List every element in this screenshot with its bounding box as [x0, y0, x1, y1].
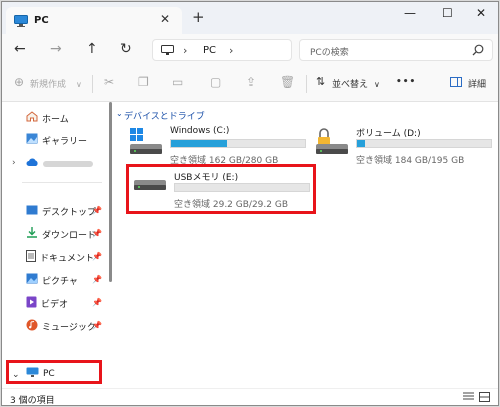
breadcrumb-separator[interactable]: › [183, 44, 187, 57]
usage-bar [170, 139, 306, 148]
address-bar[interactable]: › PC › [152, 39, 292, 61]
main-content: ⌄ デバイスとドライブ Windows (C:) 空き領域 162 GB/280… [116, 102, 498, 388]
document-icon [26, 249, 36, 265]
sidebar-item-label: ピクチャ [42, 276, 78, 287]
status-bar: 3 個の項目 [2, 388, 498, 406]
free-space-label: 空き領域 184 GB/195 GB [356, 156, 465, 166]
tab-pc[interactable]: PC ✕ [6, 7, 182, 34]
drive-name: ボリューム (D:) [356, 129, 421, 139]
new-button[interactable]: 新規作成 [30, 77, 66, 90]
tab-title: PC [34, 15, 49, 26]
sidebar-item-label: デスクトップ [42, 207, 97, 218]
sidebar-item-label: ダウンロード [42, 230, 97, 241]
sidebar-item-documents[interactable]: ドキュメント [26, 249, 94, 265]
locked-drive-icon [314, 128, 350, 165]
sort-button[interactable]: 並べ替え [332, 77, 368, 90]
divider [22, 182, 102, 183]
section-collapse-icon[interactable]: ⌄ [116, 109, 123, 118]
navigation-pane: ホーム ギャラリー › デスクトップ 📌 ダウンロード 📌 ドキュメント 📌 ピ… [2, 102, 116, 388]
sidebar-item-label: ギャラリー [42, 136, 88, 147]
copy-icon[interactable]: ❐ [138, 76, 149, 88]
navigation-bar: ← → ↑ ↻ › PC › PCの検索 [2, 34, 498, 66]
breadcrumb-separator-2[interactable]: › [229, 44, 233, 57]
delete-icon[interactable]: 🗑 [280, 76, 295, 88]
command-bar: ⊕ 新規作成 ∨ ✂ ❐ ▭ ▢ ⇪ 🗑 ⇅ 並べ替え ∨ ••• 詳細 [2, 66, 498, 102]
search-input[interactable]: PCの検索 [299, 39, 493, 61]
windows-drive-icon [128, 128, 164, 165]
cloud-icon [26, 158, 39, 170]
pin-icon[interactable]: 📌 [92, 275, 102, 284]
expand-chevron-icon[interactable]: › [12, 158, 16, 168]
sort-icon: ⇅ [316, 75, 326, 88]
divider [92, 75, 93, 93]
pin-icon[interactable]: 📌 [92, 252, 102, 261]
sidebar-item-pictures[interactable]: ピクチャ [26, 272, 78, 288]
chevron-down-icon: ∨ [374, 80, 380, 89]
pin-icon[interactable]: 📌 [92, 206, 102, 215]
forward-button[interactable]: → [50, 42, 62, 56]
chevron-down-icon: ∨ [76, 80, 82, 89]
video-icon [26, 296, 37, 311]
maximize-button[interactable]: ☐ [442, 6, 453, 20]
pin-icon[interactable]: 📌 [92, 229, 102, 238]
search-placeholder: PCの検索 [310, 48, 349, 58]
details-view-icon[interactable] [463, 392, 474, 405]
section-title: デバイスとドライブ [124, 112, 205, 122]
sidebar-scrollbar[interactable] [109, 102, 112, 282]
item-count: 3 個の項目 [10, 396, 55, 406]
highlight-pc [6, 360, 102, 384]
download-icon [26, 227, 38, 241]
share-icon[interactable]: ⇪ [246, 76, 256, 88]
drive-name: Windows (C:) [170, 126, 230, 136]
up-button[interactable]: ↑ [86, 42, 98, 56]
minimize-button[interactable]: — [404, 6, 416, 20]
sidebar-item-cloud[interactable] [26, 156, 93, 172]
breadcrumb-pc[interactable]: PC [203, 45, 216, 56]
new-plus-icon: ⊕ [14, 75, 25, 89]
monitor-icon [161, 45, 174, 59]
usage-fill [357, 140, 366, 147]
file-explorer-window: PC ✕ + — ☐ ✕ ← → ↑ ↻ › PC › PCの検索 ⊕ 新規作成… [1, 1, 499, 406]
divider [306, 75, 307, 93]
tab-strip: PC ✕ + — ☐ ✕ [2, 2, 498, 34]
close-window-button[interactable]: ✕ [476, 6, 486, 20]
rename-icon[interactable]: ▢ [210, 76, 221, 88]
tiles-view-icon[interactable] [479, 392, 490, 405]
desktop-icon [26, 205, 38, 218]
sidebar-cloud-label [43, 161, 93, 167]
pictures-icon [26, 273, 38, 287]
details-button[interactable]: 詳細 [468, 77, 486, 90]
cut-icon[interactable]: ✂ [104, 76, 114, 88]
new-tab-button[interactable]: + [192, 9, 205, 25]
pin-icon[interactable]: 📌 [92, 321, 102, 330]
gallery-icon [26, 133, 38, 147]
home-icon [26, 111, 38, 125]
search-icon [472, 44, 484, 59]
music-icon [26, 319, 38, 334]
sidebar-item-home[interactable]: ホーム [26, 110, 69, 126]
more-options-button[interactable]: ••• [396, 77, 416, 87]
sidebar-item-music[interactable]: ミュージック [26, 318, 96, 334]
back-button[interactable]: ← [14, 42, 26, 56]
usage-bar [356, 139, 492, 148]
sidebar-item-gallery[interactable]: ギャラリー [26, 132, 87, 148]
sidebar-item-label: ホーム [42, 114, 69, 125]
refresh-button[interactable]: ↻ [120, 42, 132, 56]
pc-icon [14, 15, 28, 30]
sidebar-item-label: ミュージック [42, 322, 96, 333]
pin-icon[interactable]: 📌 [92, 298, 102, 307]
sidebar-item-label: ビデオ [41, 299, 69, 310]
drive-d[interactable]: ボリューム (D:) 空き領域 184 GB/195 GB [314, 126, 494, 172]
highlight-usb-drive [126, 164, 316, 214]
details-pane-icon [450, 77, 462, 89]
sidebar-item-label: ドキュメント [40, 253, 95, 264]
sidebar-item-videos[interactable]: ビデオ [26, 295, 68, 311]
usage-fill [171, 140, 228, 147]
sidebar-item-desktop[interactable]: デスクトップ [26, 203, 96, 219]
tab-close-icon[interactable]: ✕ [160, 12, 170, 26]
paste-icon[interactable]: ▭ [172, 76, 183, 88]
sidebar-item-downloads[interactable]: ダウンロード [26, 226, 96, 242]
